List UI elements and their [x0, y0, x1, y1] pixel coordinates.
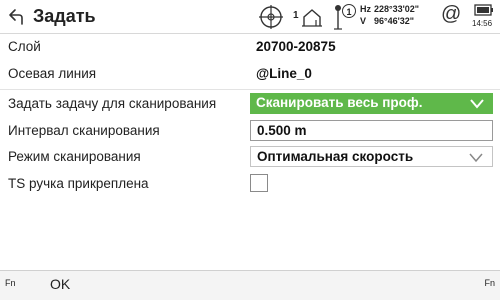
chevron-down-icon — [470, 99, 484, 109]
hz-label: Hz — [360, 4, 371, 14]
task-label: Задать задачу для сканирования — [8, 96, 217, 111]
hand-status[interactable]: 1 — [293, 6, 323, 30]
back-arrow-icon[interactable] — [6, 7, 26, 27]
mode-label: Режим сканирования — [8, 149, 141, 164]
centerline-label: Осевая линия — [8, 66, 97, 81]
hz-value: 228°33'02" — [374, 4, 420, 14]
battery-icon[interactable] — [474, 3, 494, 17]
scan-mode-dropdown[interactable]: Оптимальная скорость — [250, 146, 493, 167]
layer-label: Слой — [8, 39, 41, 54]
prism-count: 1 — [346, 7, 352, 17]
scan-task-value: Сканировать весь проф. — [256, 95, 423, 110]
title-bar: Задать 1 1 Hz 228°33'02" V 96°46'32" @ 1… — [0, 0, 500, 34]
prism-status[interactable]: 1 — [330, 2, 358, 30]
ok-button[interactable]: OK — [50, 276, 70, 292]
crosshair-icon[interactable] — [258, 4, 284, 30]
clock: 14:56 — [472, 19, 493, 28]
fn-right-button[interactable]: Fn — [484, 278, 495, 288]
scan-interval-value: 0.500 m — [257, 123, 307, 138]
softkey-bar: Fn OK Fn — [0, 270, 500, 300]
scan-task-dropdown[interactable]: Сканировать весь проф. — [250, 93, 493, 114]
handle-label: TS ручка прикреплена — [8, 176, 149, 191]
hand-count: 1 — [293, 10, 299, 21]
prism-badge: 1 — [342, 4, 356, 18]
v-value: 96°46'32" — [374, 16, 415, 26]
v-label: V — [360, 16, 367, 26]
divider — [0, 89, 500, 90]
handle-checkbox[interactable] — [250, 174, 268, 192]
scan-interval-input[interactable]: 0.500 m — [250, 120, 493, 141]
angle-readout: Hz 228°33'02" V 96°46'32" — [360, 3, 419, 27]
fn-left-button[interactable]: Fn — [5, 278, 16, 288]
layer-value: 20700-20875 — [256, 39, 336, 54]
interval-label: Интервал сканирования — [8, 123, 160, 138]
hand-icon — [302, 9, 322, 27]
at-icon[interactable]: @ — [441, 3, 461, 26]
chevron-down-icon — [469, 153, 483, 163]
scan-mode-value: Оптимальная скорость — [257, 149, 414, 164]
centerline-value: @Line_0 — [256, 66, 312, 81]
page-title: Задать — [33, 6, 96, 26]
